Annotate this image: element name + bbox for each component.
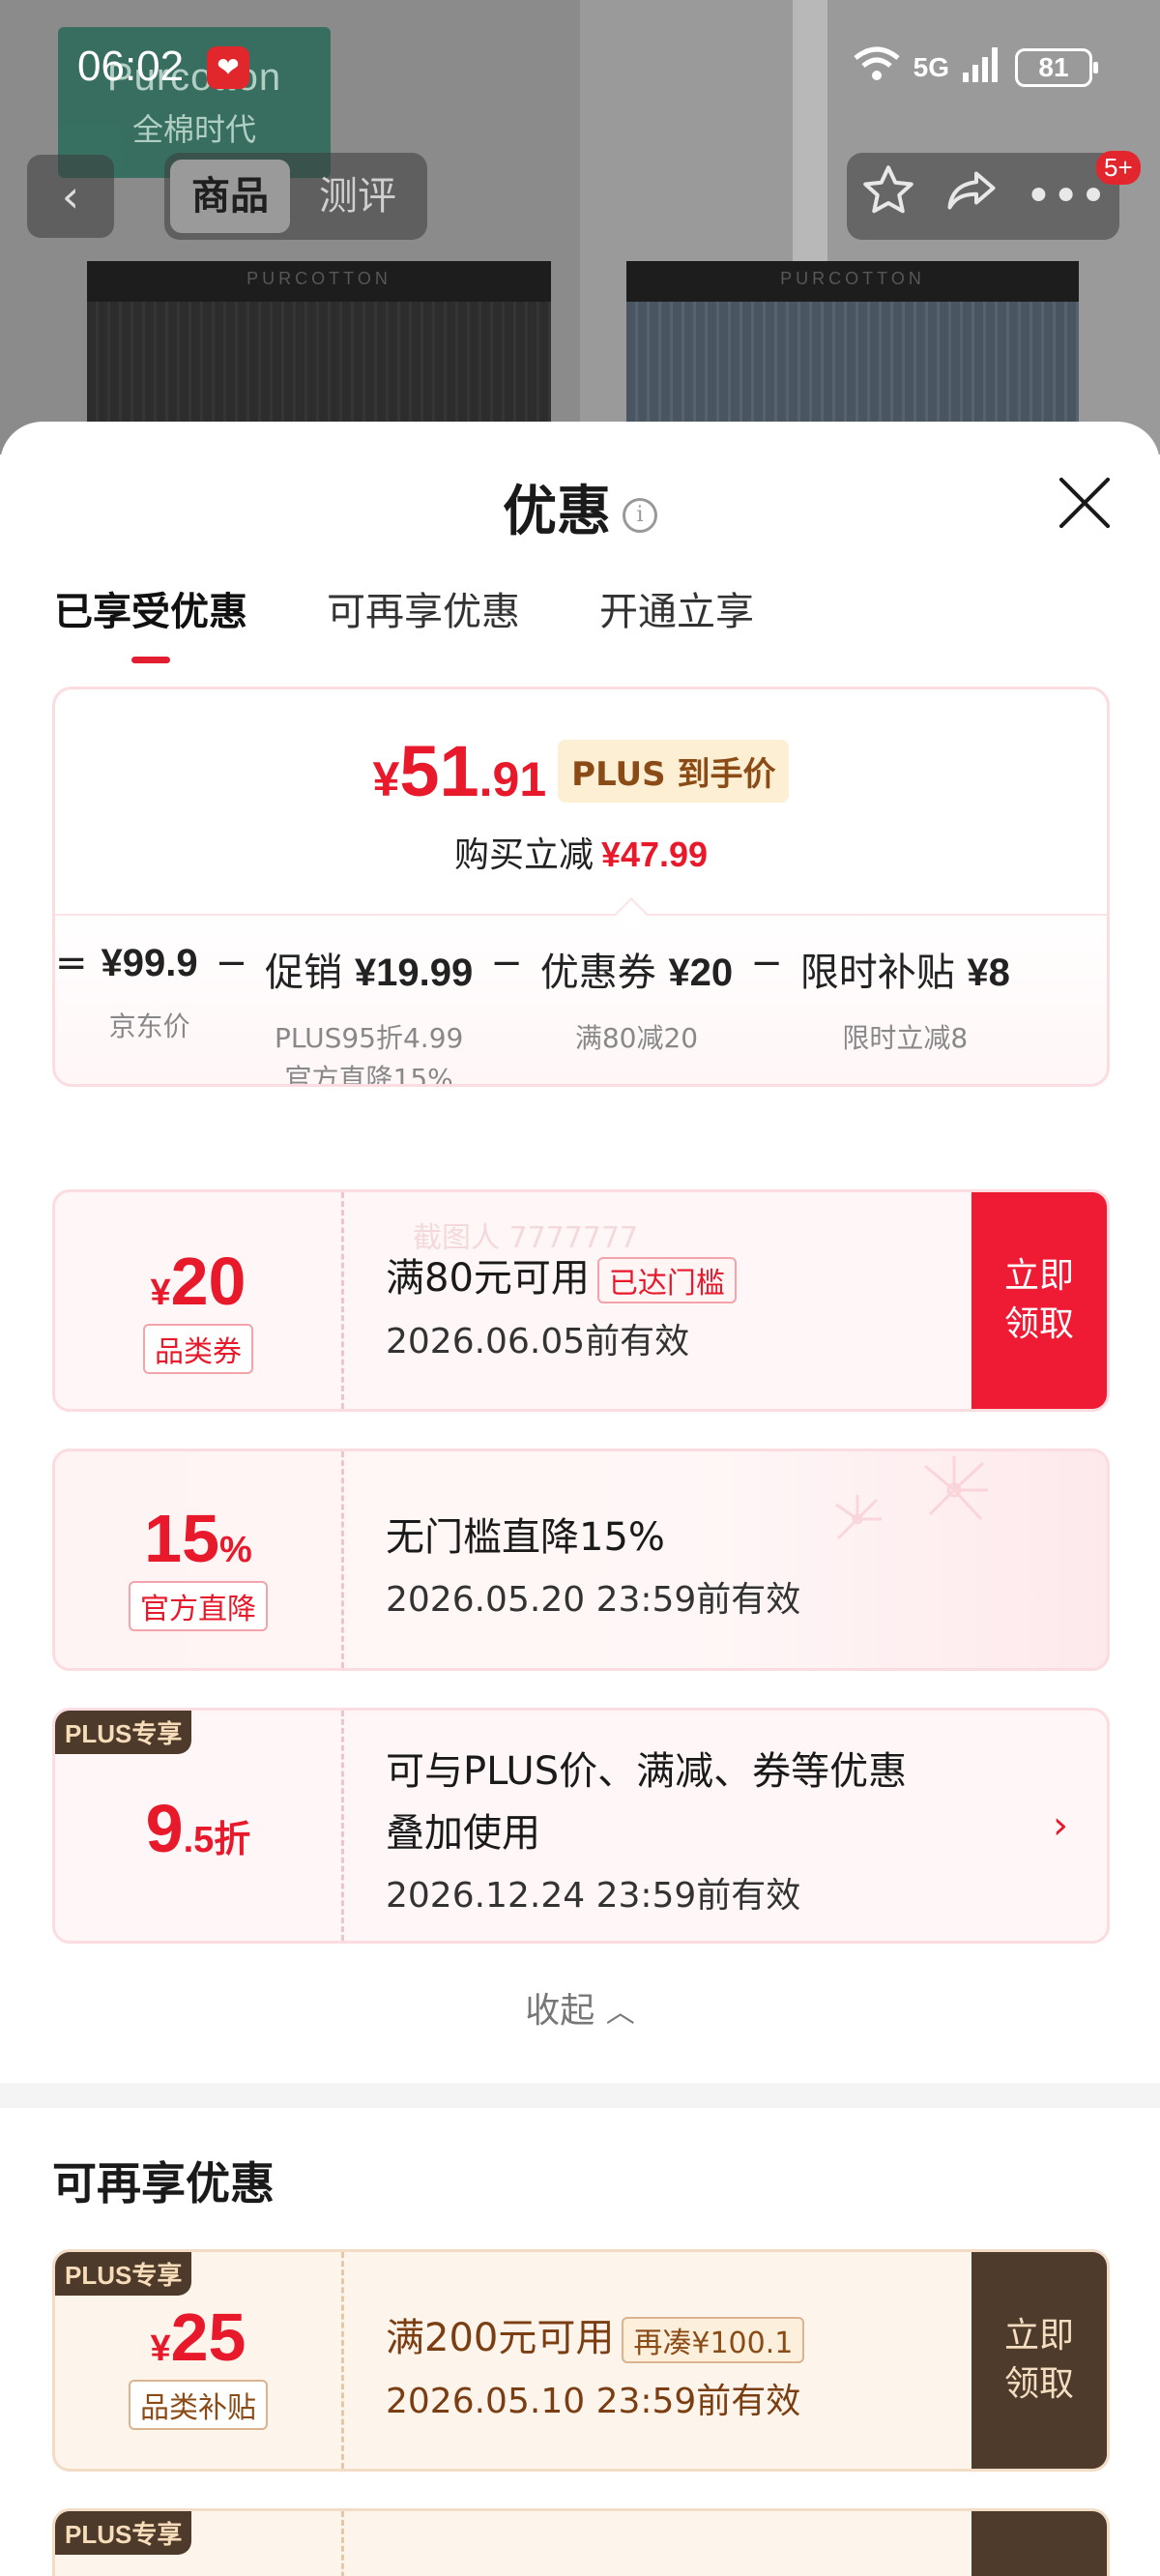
discount-type-label: 官方直降 [129, 1581, 268, 1631]
price-summary-card: ¥51.91 PLUS 到手价 购买立减 ¥47.99 = ¥99.9 京东价 − … [52, 687, 1110, 1087]
breakdown-subsidy: 限时补贴 ¥8 限时立减8 [799, 951, 1010, 1054]
waistband: PURCOTTON [87, 261, 551, 302]
share-icon[interactable] [942, 161, 1000, 231]
plus-discount-title-1: 可与PLUS价、满减、券等优惠 [386, 1749, 908, 1794]
coupon-body: 满80元可用 已达门槛 2026.06.05前有效 [386, 1246, 737, 1363]
coupon-title: 满80元可用 [386, 1256, 590, 1301]
price-breakdown: = ¥99.9 京东价 − 促销 ¥19.99 PLUS95折4.99 官方直降1… [55, 941, 1089, 1087]
status-time: 06:02 [77, 43, 185, 90]
status-icons: 5G 81 [852, 44, 1098, 90]
network-type: 5G [913, 51, 949, 82]
tab-review[interactable]: 测评 [298, 160, 418, 233]
chevron-right-icon[interactable]: › [1053, 1803, 1068, 1848]
subsidy-title: 满200元可用 [386, 2316, 615, 2360]
battery-indicator: 81 [1015, 47, 1098, 87]
instant-reduction: 购买立减 ¥47.99 [453, 834, 709, 875]
wifi-icon [852, 44, 902, 90]
top-nav-tabs: 商品 测评 [164, 153, 427, 240]
coupon-type-label: 品类券 [143, 1324, 253, 1374]
app-notification-icon: ❤ [207, 46, 249, 89]
discount-title: 无门槛直降15% [386, 1515, 665, 1560]
more-badge: 5+ [1096, 151, 1141, 185]
subsidy-value: ¥25 品类补贴 [55, 2252, 341, 2469]
collapse-button[interactable]: 收起 ︿ [0, 1982, 1160, 2033]
brand-name-cn: 全棉时代 [131, 111, 256, 148]
coupon-expiry: 2026.06.05前有效 [386, 1322, 690, 1361]
info-icon[interactable]: i [623, 497, 657, 533]
tab-more-available[interactable]: 可再享优惠 [327, 580, 520, 663]
coupon-card-plus-discount[interactable]: PLUS专享 9.5折 可与PLUS价、满减、券等优惠 叠加使用 2026.12… [52, 1708, 1110, 1944]
chevron-up-icon: ︿ [605, 1996, 635, 2030]
coupon-card-category: ¥20 品类券 满80元可用 已达门槛 2026.06.05前有效 截图人 777… [52, 1189, 1110, 1412]
coupon-value: ¥20 品类券 [55, 1192, 341, 1409]
watermark: 截图人 7777777 [413, 1221, 639, 1255]
tab-open-enjoy[interactable]: 开通立享 [599, 580, 754, 663]
plus-exclusive-badge: PLUS专享 [55, 2511, 192, 2555]
final-price-line: ¥51.91 PLUS 到手价 [55, 730, 1107, 812]
tab-product[interactable]: 商品 [170, 160, 290, 233]
subsidy-type-label: 品类补贴 [129, 2380, 268, 2430]
plus-price-tag: PLUS 到手价 [558, 740, 790, 803]
plus-discount-title-2: 叠加使用 [386, 1811, 540, 1856]
breakdown-promotion: 促销 ¥19.99 PLUS95折4.99 官方直降15% [265, 951, 474, 1087]
subsidy-expiry: 2026.05.10 23:59前有效 [386, 2382, 801, 2421]
plus-discount-body: 可与PLUS价、满减、券等优惠 叠加使用 2026.12.24 23:59前有效 [386, 1740, 907, 1917]
final-price: ¥51.91 [372, 731, 547, 811]
claim-next-button[interactable] [972, 2511, 1107, 2576]
tab-enjoyed[interactable]: 已享受优惠 [54, 580, 247, 663]
close-button[interactable] [1056, 474, 1114, 532]
section-divider [0, 2083, 1160, 2108]
divider [55, 914, 1107, 916]
discount-expiry: 2026.05.20 23:59前有效 [386, 1580, 801, 1620]
coupon-card-plus-subsidy: PLUS专享 ¥25 品类补贴 满200元可用 再凑¥100.1 2026.05.… [52, 2249, 1110, 2472]
signal-icon [961, 45, 1003, 89]
plus-discount-value: 9.5折 [145, 1791, 251, 1866]
discount-value: 15% 官方直降 [55, 1451, 341, 1668]
discount-body: 无门槛直降15% 2026.05.20 23:59前有效 [386, 1506, 800, 1622]
coupon-card-official-discount: 15% 官方直降 无门槛直降15% 2026.05.20 23:59前有效 [52, 1449, 1110, 1671]
favorite-star-icon[interactable] [859, 161, 917, 231]
sheet-title-text: 优惠 [503, 481, 611, 543]
divider-notch [615, 897, 648, 930]
firework-decoration [809, 1451, 1041, 1577]
remaining-amount-tag: 再凑¥100.1 [622, 2317, 805, 2363]
claim-coupon-button[interactable]: 立即 领取 [972, 1192, 1107, 1409]
subsidy-body: 满200元可用 再凑¥100.1 2026.05.10 23:59前有效 [386, 2306, 805, 2423]
discount-tabs: 已享受优惠 可再享优惠 开通立享 [54, 580, 754, 663]
waistband: PURCOTTON [626, 261, 1079, 302]
more-icon[interactable]: ••• [1025, 169, 1107, 223]
plus-discount-expiry: 2026.12.24 23:59前有效 [386, 1876, 801, 1916]
threshold-met-tag: 已达门槛 [596, 1257, 737, 1303]
coupon-card-plus-next: PLUS专享 [52, 2508, 1110, 2576]
breakdown-coupon: 优惠券 ¥20 满80减20 [539, 951, 734, 1054]
top-actions: ••• [847, 153, 1119, 240]
sheet-title: 优惠 i [0, 468, 1160, 546]
claim-subsidy-button[interactable]: 立即 领取 [972, 2252, 1107, 2469]
discount-sheet: 优惠 i 已享受优惠 可再享优惠 开通立享 ¥51.91 PLUS 到手价 购买立减… [0, 422, 1160, 2576]
more-section-title: 可再享优惠 [52, 2157, 275, 2210]
breakdown-jd-price: ¥99.9 京东价 [101, 942, 198, 1042]
back-button[interactable]: ‹ [27, 155, 114, 238]
